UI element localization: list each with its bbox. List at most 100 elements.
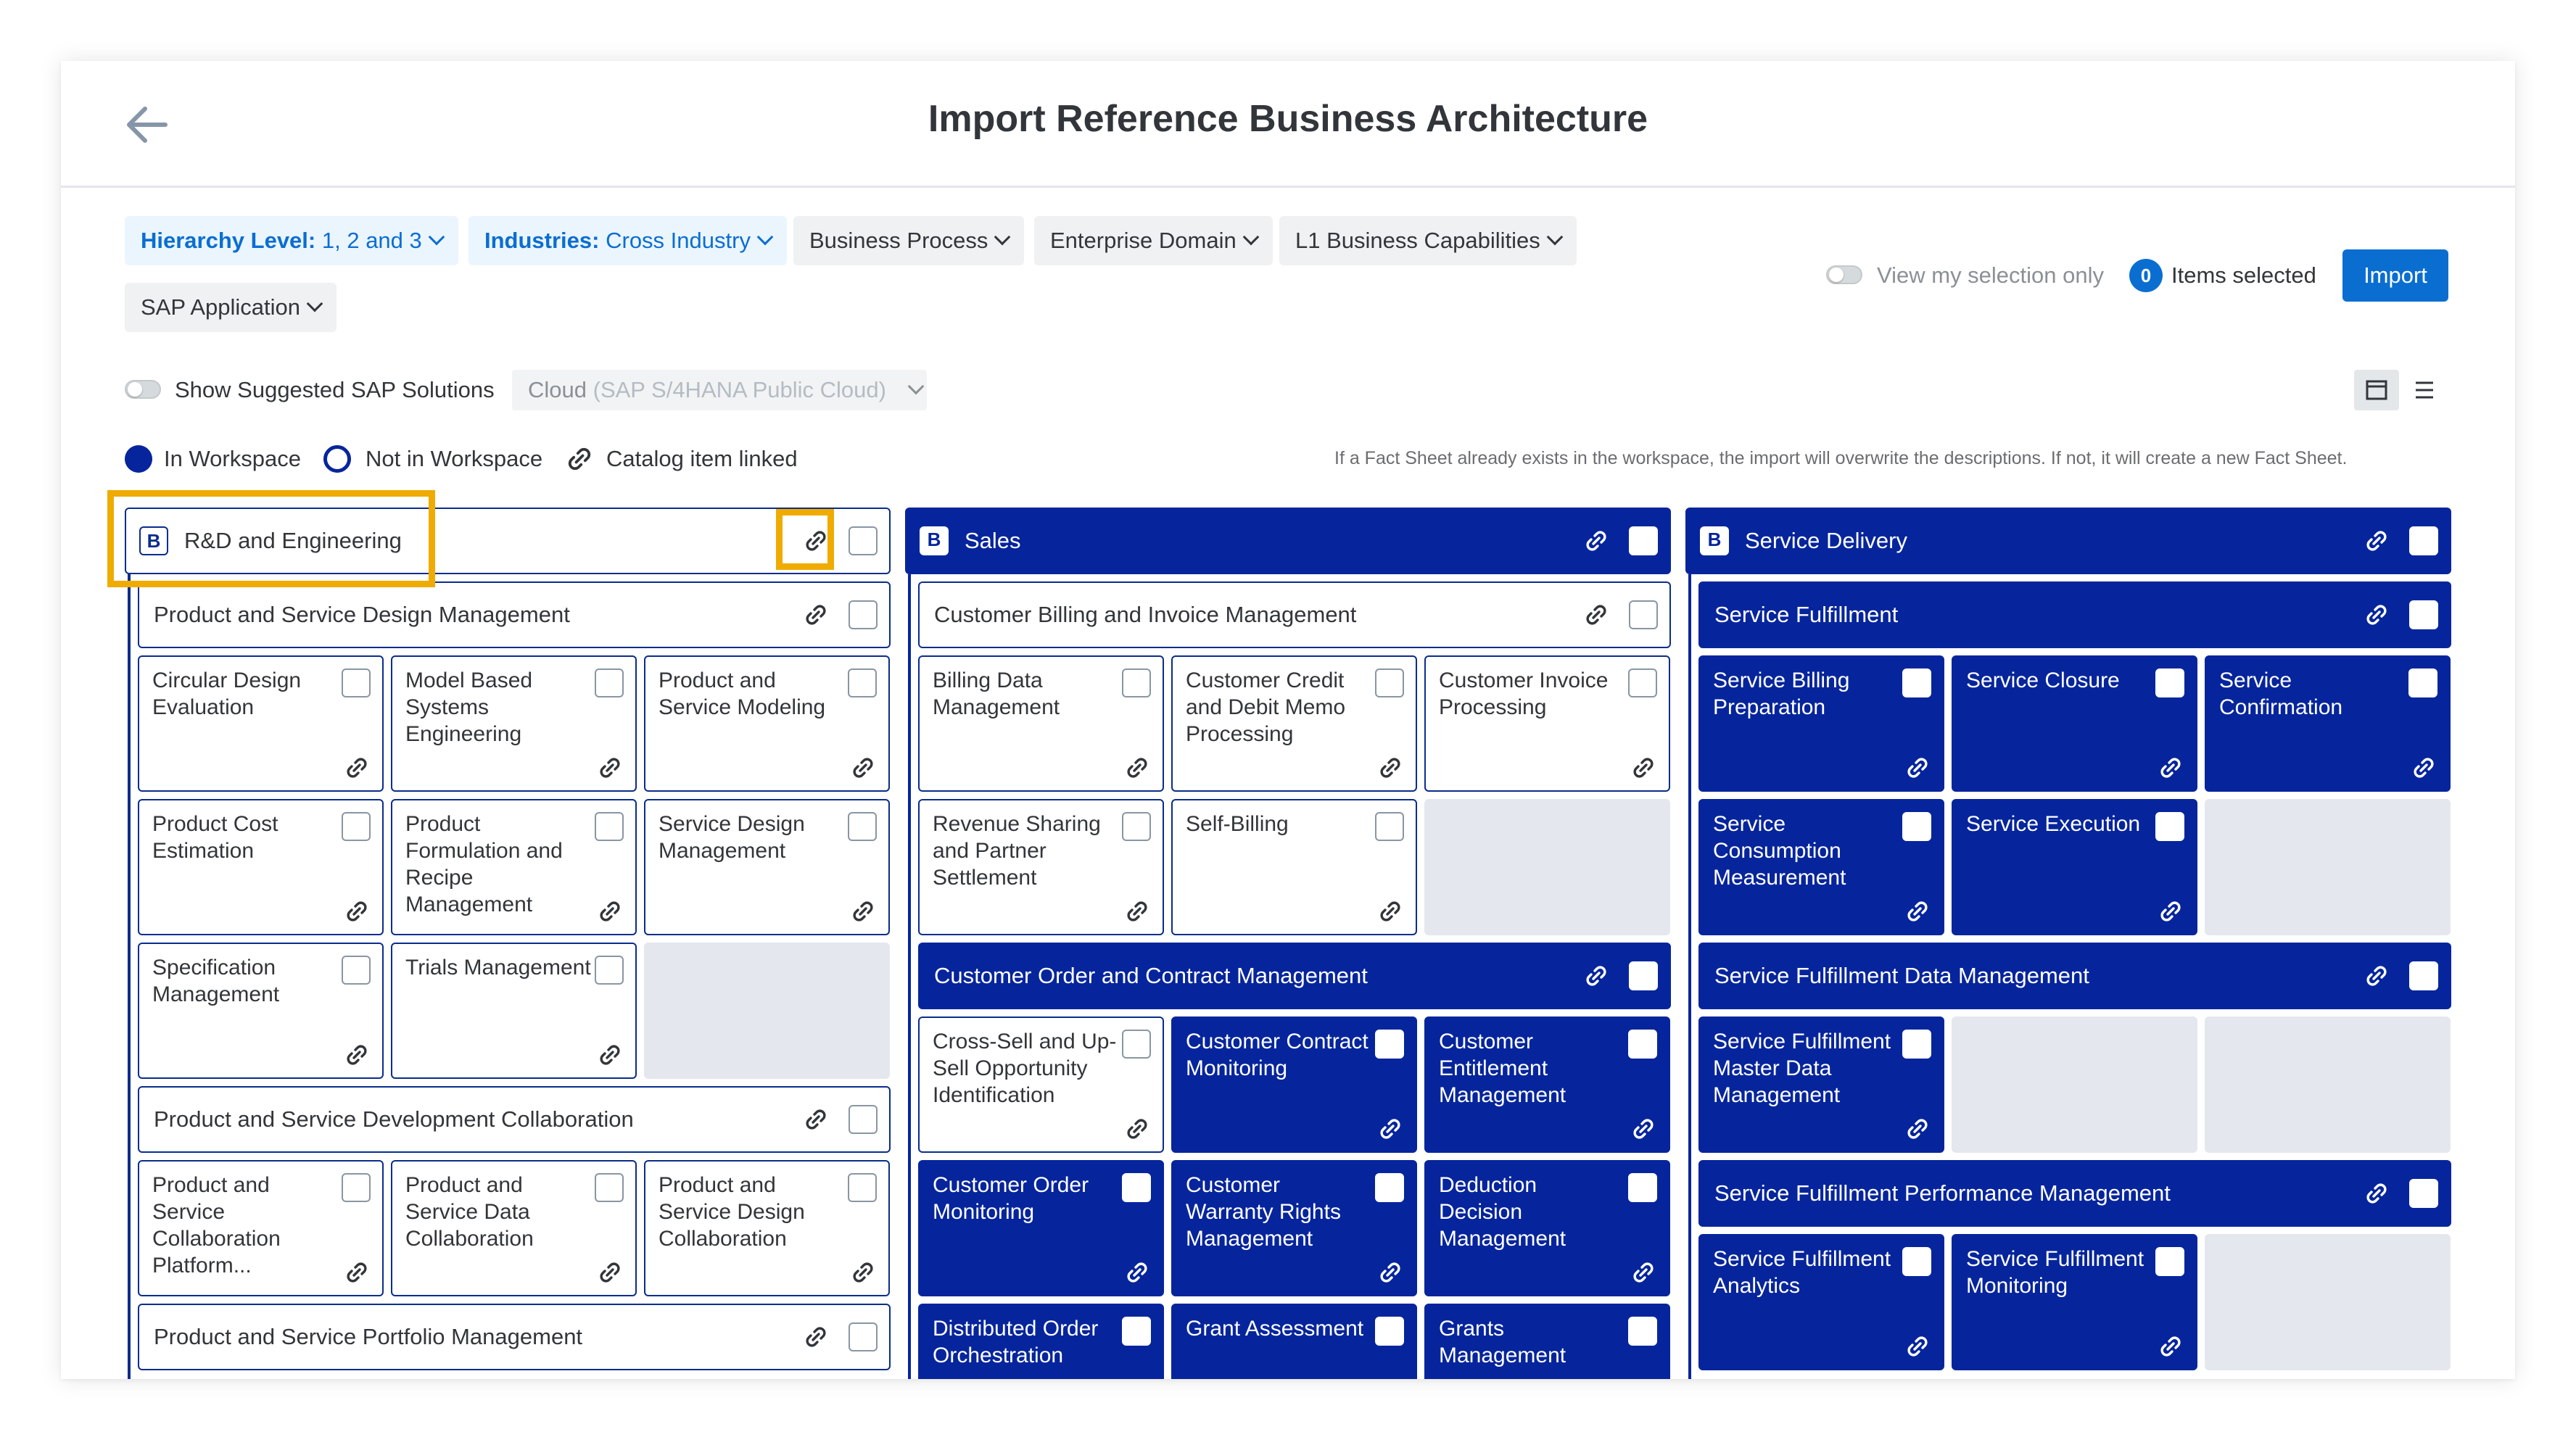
link-icon[interactable] bbox=[1631, 1117, 1656, 1141]
link-icon[interactable] bbox=[344, 1260, 369, 1285]
capability-service-fulfillment-master-data-management[interactable]: Service Fulfillment Master Data Manageme… bbox=[1698, 1017, 1944, 1153]
select-checkbox[interactable] bbox=[849, 1105, 878, 1134]
capability-trials-management[interactable]: Trials Management bbox=[391, 943, 637, 1079]
link-icon[interactable] bbox=[804, 529, 828, 553]
capability-service-confirmation[interactable]: Service Confirmation bbox=[2205, 655, 2451, 792]
l1-header-service-delivery[interactable]: B Service Delivery bbox=[1685, 508, 2451, 574]
select-checkbox[interactable] bbox=[1375, 1173, 1404, 1202]
capability-customer-credit-and-debit-memo-processing[interactable]: Customer Credit and Debit Memo Processin… bbox=[1171, 655, 1417, 792]
cloud-select[interactable]: Cloud (SAP S/4HANA Public Cloud) bbox=[512, 370, 927, 410]
select-checkbox[interactable] bbox=[342, 1173, 371, 1202]
capability-service-billing-preparation[interactable]: Service Billing Preparation bbox=[1698, 655, 1944, 792]
link-icon[interactable] bbox=[344, 1043, 369, 1067]
filter-business-process[interactable]: Business Process bbox=[793, 216, 1025, 265]
l2-header-customer-billing-and-invoice-management[interactable]: Customer Billing and Invoice Management bbox=[918, 581, 1671, 648]
link-icon[interactable] bbox=[1905, 1334, 1930, 1359]
select-checkbox[interactable] bbox=[1628, 1030, 1657, 1059]
l2-header-product-and-service-design-management[interactable]: Product and Service Design Management bbox=[138, 581, 891, 648]
filter-hierarchy-level[interactable]: Hierarchy Level: 1, 2 and 3 bbox=[125, 216, 458, 265]
filter-enterprise-domain[interactable]: Enterprise Domain bbox=[1034, 216, 1273, 265]
capability-self-billing[interactable]: Self-Billing bbox=[1171, 799, 1417, 935]
link-icon[interactable] bbox=[1125, 1260, 1149, 1285]
select-checkbox[interactable] bbox=[1375, 1317, 1404, 1346]
capability-service-fulfillment-analytics[interactable]: Service Fulfillment Analytics bbox=[1698, 1234, 1944, 1370]
link-icon[interactable] bbox=[598, 755, 622, 780]
l2-header-customer-order-and-contract-management[interactable]: Customer Order and Contract Management bbox=[918, 943, 1671, 1009]
import-button[interactable]: Import bbox=[2342, 249, 2448, 302]
select-checkbox[interactable] bbox=[1628, 668, 1657, 697]
link-icon[interactable] bbox=[1631, 1260, 1656, 1285]
select-checkbox[interactable] bbox=[849, 600, 878, 629]
link-icon[interactable] bbox=[2411, 755, 2436, 780]
capability-customer-invoice-processing[interactable]: Customer Invoice Processing bbox=[1424, 655, 1670, 792]
card-view-icon[interactable] bbox=[2354, 370, 2399, 410]
link-icon[interactable] bbox=[851, 899, 875, 924]
link-icon[interactable] bbox=[598, 899, 622, 924]
capability-service-closure[interactable]: Service Closure bbox=[1952, 655, 2197, 792]
link-icon[interactable] bbox=[1378, 899, 1403, 924]
select-checkbox[interactable] bbox=[342, 812, 371, 841]
link-icon[interactable] bbox=[2364, 529, 2389, 553]
link-icon[interactable] bbox=[1125, 899, 1149, 924]
filter-sap-application[interactable]: SAP Application bbox=[125, 283, 337, 332]
capability-service-design-management[interactable]: Service Design Management bbox=[644, 799, 890, 935]
capability-customer-entitlement-management[interactable]: Customer Entitlement Management bbox=[1424, 1017, 1670, 1153]
link-icon[interactable] bbox=[598, 1260, 622, 1285]
capability-revenue-sharing-and-partner-settlement[interactable]: Revenue Sharing and Partner Settlement bbox=[918, 799, 1164, 935]
l1-header-sales[interactable]: B Sales bbox=[905, 508, 1671, 574]
capability-specification-management[interactable]: Specification Management bbox=[138, 943, 384, 1079]
select-checkbox[interactable] bbox=[2409, 961, 2438, 990]
select-checkbox[interactable] bbox=[2409, 526, 2438, 555]
capability-product-and-service-collaboration-platform[interactable]: Product and Service Collaboration Platfo… bbox=[138, 1160, 384, 1296]
link-icon[interactable] bbox=[1631, 755, 1656, 780]
suggested-solutions-toggle[interactable] bbox=[125, 380, 161, 399]
capability-cross-sell-and-up-sell-opportunity-identification[interactable]: Cross-Sell and Up-Sell Opportunity Ident… bbox=[918, 1017, 1164, 1153]
capability-service-execution[interactable]: Service Execution bbox=[1952, 799, 2197, 935]
select-checkbox[interactable] bbox=[342, 668, 371, 697]
select-checkbox[interactable] bbox=[1122, 812, 1151, 841]
l2-header-service-fulfillment-performance-management[interactable]: Service Fulfillment Performance Manageme… bbox=[1698, 1160, 2451, 1227]
l2-header-product-and-service-development-collaboration[interactable]: Product and Service Development Collabor… bbox=[138, 1086, 891, 1153]
link-icon[interactable] bbox=[2364, 603, 2389, 627]
select-checkbox[interactable] bbox=[595, 956, 624, 985]
link-icon[interactable] bbox=[2364, 1181, 2389, 1206]
capability-customer-order-monitoring[interactable]: Customer Order Monitoring bbox=[918, 1160, 1164, 1296]
select-checkbox[interactable] bbox=[2409, 600, 2438, 629]
capability-grant-assessment[interactable]: Grant Assessment bbox=[1171, 1304, 1417, 1379]
select-checkbox[interactable] bbox=[1629, 600, 1658, 629]
link-icon[interactable] bbox=[804, 1325, 828, 1349]
link-icon[interactable] bbox=[1378, 755, 1403, 780]
link-icon[interactable] bbox=[1378, 1260, 1403, 1285]
link-icon[interactable] bbox=[1125, 1117, 1149, 1141]
select-checkbox[interactable] bbox=[1122, 1317, 1151, 1346]
select-checkbox[interactable] bbox=[2408, 668, 2437, 697]
select-checkbox[interactable] bbox=[1122, 668, 1151, 697]
select-checkbox[interactable] bbox=[1628, 1173, 1657, 1202]
select-checkbox[interactable] bbox=[1902, 812, 1931, 841]
link-icon[interactable] bbox=[1905, 899, 1930, 924]
capability-grants-management[interactable]: Grants Management bbox=[1424, 1304, 1670, 1379]
select-checkbox[interactable] bbox=[2409, 1179, 2438, 1208]
capability-product-and-service-design-collaboration[interactable]: Product and Service Design Collaboration bbox=[644, 1160, 890, 1296]
select-checkbox[interactable] bbox=[1628, 1317, 1657, 1346]
select-checkbox[interactable] bbox=[595, 812, 624, 841]
select-checkbox[interactable] bbox=[1122, 1173, 1151, 1202]
select-checkbox[interactable] bbox=[342, 956, 371, 985]
select-checkbox[interactable] bbox=[595, 1173, 624, 1202]
l2-header-service-fulfillment-data-management[interactable]: Service Fulfillment Data Management bbox=[1698, 943, 2451, 1009]
capability-product-and-service-modeling[interactable]: Product and Service Modeling bbox=[644, 655, 890, 792]
select-checkbox[interactable] bbox=[1902, 1247, 1931, 1276]
link-icon[interactable] bbox=[2158, 755, 2183, 780]
select-checkbox[interactable] bbox=[1375, 812, 1404, 841]
link-icon[interactable] bbox=[344, 755, 369, 780]
link-icon[interactable] bbox=[1584, 964, 1609, 988]
capability-model-based-systems-engineering[interactable]: Model Based Systems Engineering bbox=[391, 655, 637, 792]
l2-header-service-fulfillment[interactable]: Service Fulfillment bbox=[1698, 581, 2451, 648]
select-checkbox[interactable] bbox=[2155, 668, 2184, 697]
capability-circular-design-evaluation[interactable]: Circular Design Evaluation bbox=[138, 655, 384, 792]
link-icon[interactable] bbox=[1378, 1117, 1403, 1141]
capability-customer-warranty-rights-management[interactable]: Customer Warranty Rights Management bbox=[1171, 1160, 1417, 1296]
link-icon[interactable] bbox=[2158, 899, 2183, 924]
capability-product-cost-estimation[interactable]: Product Cost Estimation bbox=[138, 799, 384, 935]
link-icon[interactable] bbox=[344, 899, 369, 924]
